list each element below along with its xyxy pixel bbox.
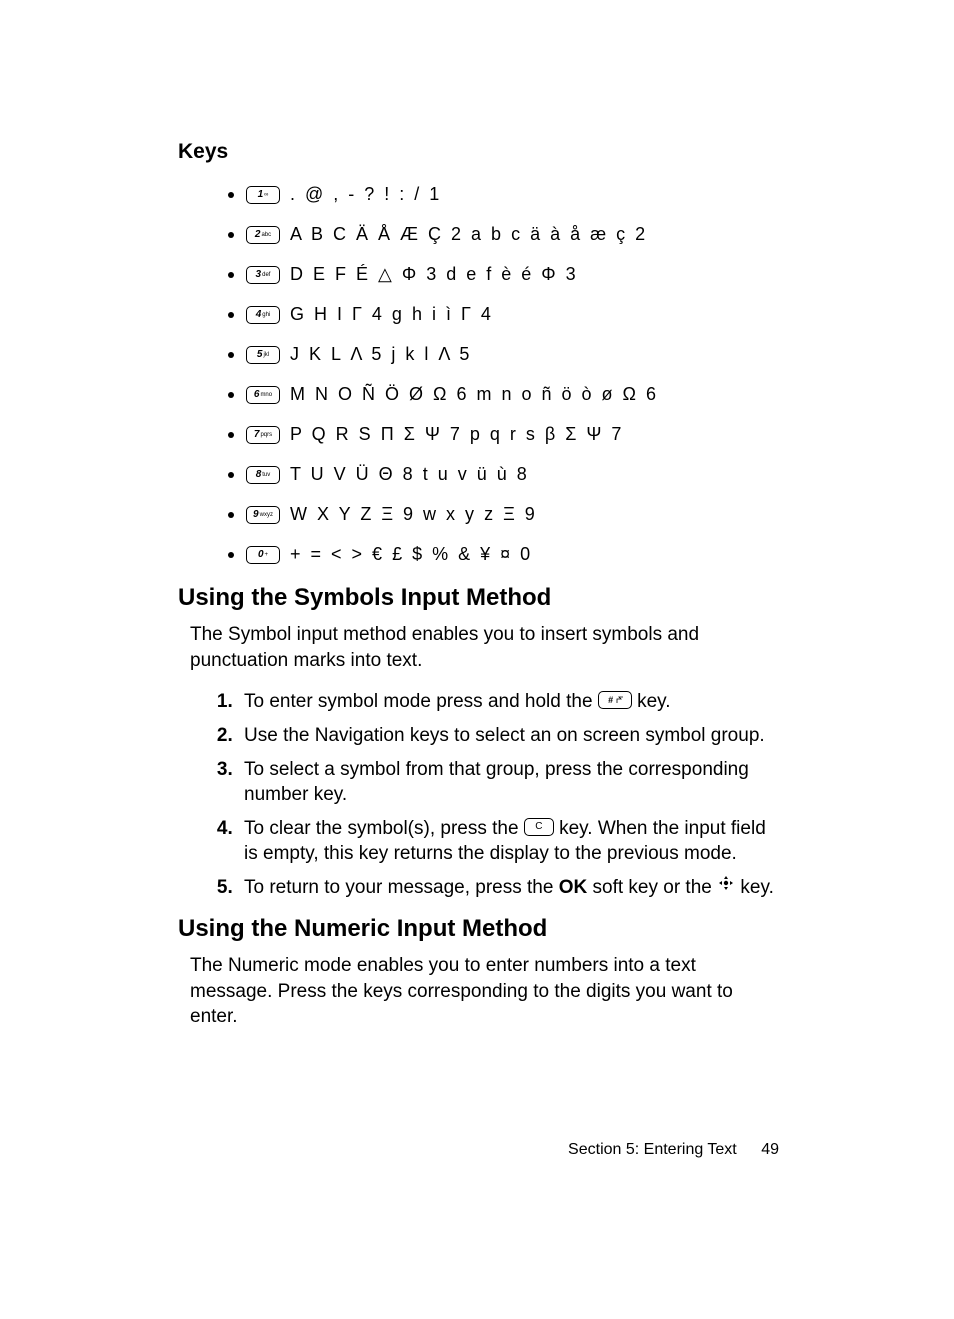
key-chars: + = < > € £ $ % & ¥ ¤ 0 [290, 544, 533, 565]
page-footer: Section 5: Entering Text 49 [568, 1141, 779, 1159]
step-text: To clear the symbol(s), press the [244, 818, 524, 839]
key-chars: G H I Γ 4 g h i ì Γ 4 [290, 304, 493, 325]
numeric-heading: Using the Numeric Input Method [178, 915, 779, 943]
bullet-icon [228, 512, 234, 518]
symbols-heading: Using the Symbols Input Method [178, 584, 779, 612]
bullet-icon [228, 272, 234, 278]
bullet-icon [228, 392, 234, 398]
keycap-icon: 6mno [246, 386, 280, 404]
step-text: Use the Navigation keys to select an on … [244, 725, 765, 746]
bullet-icon [228, 232, 234, 238]
step-text: soft key or the [593, 877, 718, 898]
speaker-icon [717, 874, 735, 900]
step-item: To return to your message, press the OK … [238, 875, 779, 901]
bullet-icon [228, 552, 234, 558]
bullet-icon [228, 432, 234, 438]
bullet-icon [228, 472, 234, 478]
ok-label: OK [559, 877, 588, 898]
key-chars: T U V Ü Θ 8 t u v ü ù 8 [290, 464, 529, 485]
hash-key-icon: # [598, 691, 632, 709]
keycap-icon: 9wxyz [246, 506, 280, 524]
step-item: To clear the symbol(s), press the C key.… [238, 816, 779, 867]
key-row: 9wxyz W X Y Z Ξ 9 w x y z Ξ 9 [228, 504, 779, 525]
keycap-icon: 5jkl [246, 346, 280, 364]
key-chars: M N O Ñ Ö Ø Ω 6 m n o ñ ö ò ø Ω 6 [290, 384, 659, 405]
keys-list: 1∞ . @ , - ? ! : / 1 2abc A B C Ä Å Æ Ç … [228, 184, 779, 565]
keycap-icon: 8tuv [246, 466, 280, 484]
keycap-icon: 4ghi [246, 306, 280, 324]
keys-heading: Keys [178, 140, 779, 164]
key-chars: J K L Λ 5 j k l Λ 5 [290, 344, 472, 365]
document-page: Keys 1∞ . @ , - ? ! : / 1 2abc A B C Ä Å… [0, 0, 954, 1319]
svg-text:#: # [608, 695, 613, 705]
step-item: To enter symbol mode press and hold the … [238, 689, 779, 715]
key-row: 0+ + = < > € £ $ % & ¥ ¤ 0 [228, 544, 779, 565]
symbols-paragraph: The Symbol input method enables you to i… [190, 622, 779, 673]
numeric-paragraph: The Numeric mode enables you to enter nu… [190, 953, 779, 1030]
step-text: To select a symbol from that group, pres… [244, 759, 749, 806]
key-row: 7pqrs P Q R S Π Σ Ψ 7 p q r s β Σ Ψ 7 [228, 424, 779, 445]
keycap-icon: 0+ [246, 546, 280, 564]
bullet-icon [228, 312, 234, 318]
keycap-icon: 3def [246, 266, 280, 284]
key-chars: P Q R S Π Σ Ψ 7 p q r s β Σ Ψ 7 [290, 424, 624, 445]
step-item: To select a symbol from that group, pres… [238, 757, 779, 808]
key-row: 1∞ . @ , - ? ! : / 1 [228, 184, 779, 205]
key-chars: D E F É △ Φ 3 d e f è é Φ 3 [290, 264, 578, 285]
keycap-icon: 2abc [246, 226, 280, 244]
key-chars: A B C Ä Å Æ Ç 2 a b c ä à å æ ç 2 [290, 224, 648, 245]
bullet-icon [228, 352, 234, 358]
keycap-icon: 7pqrs [246, 426, 280, 444]
clear-key-icon: C [524, 818, 554, 836]
key-row: 2abc A B C Ä Å Æ Ç 2 a b c ä à å æ ç 2 [228, 224, 779, 245]
key-chars: W X Y Z Ξ 9 w x y z Ξ 9 [290, 504, 537, 525]
steps-list: To enter symbol mode press and hold the … [238, 689, 779, 901]
step-item: Use the Navigation keys to select an on … [238, 723, 779, 749]
key-chars: . @ , - ? ! : / 1 [290, 184, 442, 205]
footer-page-number: 49 [761, 1141, 779, 1158]
step-text: To return to your message, press the [244, 877, 559, 898]
step-text: To enter symbol mode press and hold the [244, 691, 598, 712]
footer-section: Section 5: Entering Text [568, 1141, 737, 1158]
keycap-icon: 1∞ [246, 186, 280, 204]
step-text: key. [740, 877, 773, 898]
key-row: 5jkl J K L Λ 5 j k l Λ 5 [228, 344, 779, 365]
step-text: key. [637, 691, 670, 712]
key-row: 8tuv T U V Ü Θ 8 t u v ü ù 8 [228, 464, 779, 485]
bullet-icon [228, 192, 234, 198]
key-row: 6mno M N O Ñ Ö Ø Ω 6 m n o ñ ö ò ø Ω 6 [228, 384, 779, 405]
key-row: 4ghi G H I Γ 4 g h i ì Γ 4 [228, 304, 779, 325]
key-row: 3def D E F É △ Φ 3 d e f è é Φ 3 [228, 264, 779, 285]
